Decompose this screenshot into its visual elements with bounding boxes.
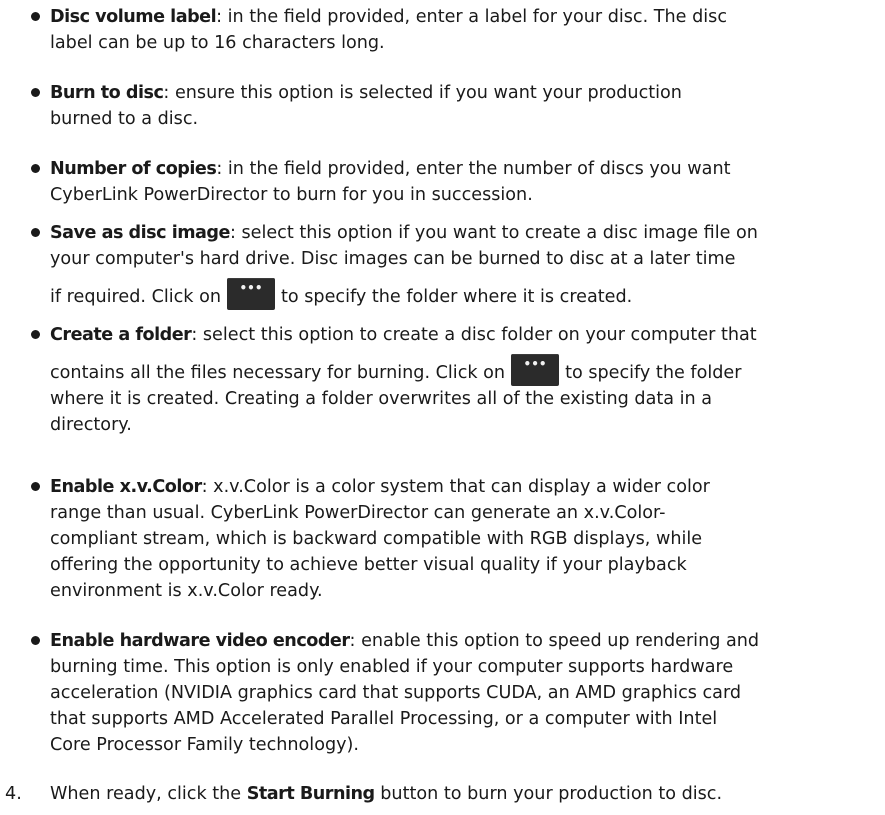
list-item-line: directory. bbox=[50, 415, 132, 435]
step-text: When ready, click the Start Burning butt… bbox=[50, 781, 722, 807]
bullet-dot bbox=[31, 330, 40, 339]
list-item-text: to specify the folder where it is create… bbox=[281, 287, 633, 307]
list-item-number-of-copies: Number of copies: in the field provided,… bbox=[31, 156, 880, 208]
bullet-dot bbox=[31, 228, 40, 237]
term-burn-to-disc: Burn to disc bbox=[50, 83, 164, 103]
term-disc-volume-label: Disc volume label bbox=[50, 7, 217, 27]
list-item-text: : select this option if you want to crea… bbox=[229, 223, 758, 243]
list-item-line: burned to a disc. bbox=[50, 109, 199, 129]
bullet-dot bbox=[31, 482, 40, 491]
term-number-of-copies: Number of copies bbox=[50, 159, 217, 179]
list-item-line: that supports AMD Accelerated Parallel P… bbox=[50, 709, 718, 729]
list-item-line: contains all the files necessary for bur… bbox=[50, 354, 880, 386]
step-text-part: When ready, click the bbox=[50, 784, 247, 804]
list-item-disc-volume-label: Disc volume label: in the field provided… bbox=[31, 4, 880, 56]
list-item-line: your computer's hard drive. Disc images … bbox=[50, 249, 736, 269]
list-item-text: : select this option to create a disc fo… bbox=[191, 325, 757, 345]
list-item-line: Enable x.v.Color: x.v.Color is a color s… bbox=[50, 474, 880, 500]
list-item-line: where it is created. Creating a folder o… bbox=[50, 389, 713, 409]
list-item-text: if required. Click on bbox=[50, 287, 222, 307]
bullet-dot bbox=[31, 164, 40, 173]
list-item-text: contains all the files necessary for bur… bbox=[50, 363, 506, 383]
browse-folder-button[interactable]: ••• bbox=[511, 354, 560, 386]
list-item-line: Number of copies: in the field provided,… bbox=[50, 156, 880, 182]
term-enable-xv-color: Enable x.v.Color bbox=[50, 477, 202, 497]
list-item-enable-hardware-video-encoder: Enable hardware video encoder: enable th… bbox=[31, 628, 880, 758]
list-item-enable-xv-color: Enable x.v.Color: x.v.Color is a color s… bbox=[31, 474, 880, 604]
step-text-part: button to burn your production to disc. bbox=[374, 784, 723, 804]
list-item-line: compliant stream, which is backward comp… bbox=[50, 529, 703, 549]
term-save-as-disc-image: Save as disc image bbox=[50, 223, 230, 243]
list-item-text: : x.v.Color is a color system that can d… bbox=[201, 477, 710, 497]
bullet-dot bbox=[31, 88, 40, 97]
list-item-text: : enable this option to speed up renderi… bbox=[349, 631, 760, 651]
term-enable-hardware-video-encoder: Enable hardware video encoder bbox=[50, 631, 350, 651]
start-burning-button-name: Start Burning bbox=[246, 784, 375, 804]
list-item-line: burning time. This option is only enable… bbox=[50, 657, 734, 677]
list-item-line: acceleration (NVIDIA graphics card that … bbox=[50, 683, 742, 703]
bullet-dot bbox=[31, 12, 40, 21]
term-create-a-folder: Create a folder bbox=[50, 325, 192, 345]
list-item-text: : in the field provided, enter the numbe… bbox=[216, 159, 731, 179]
list-item-line: Core Processor Family technology). bbox=[50, 735, 359, 755]
list-item-line: Disc volume label: in the field provided… bbox=[50, 4, 880, 30]
list-item-line: Create a folder: select this option to c… bbox=[50, 322, 880, 348]
bullet-dot bbox=[31, 636, 40, 645]
list-item-text: to specify the folder bbox=[565, 363, 742, 383]
list-item-line: offering the opportunity to achieve bett… bbox=[50, 555, 687, 575]
list-item-line: Enable hardware video encoder: enable th… bbox=[50, 628, 880, 654]
list-item-text: : in the field provided, enter a label f… bbox=[216, 7, 727, 27]
step-number: 4. bbox=[5, 784, 22, 804]
more-icon: ••• bbox=[239, 281, 263, 295]
list-item-line: range than usual. CyberLink PowerDirecto… bbox=[50, 503, 666, 523]
list-item-line: Save as disc image: select this option i… bbox=[50, 220, 880, 246]
list-item-line: if required. Click on ••• to specify the f… bbox=[50, 278, 880, 310]
list-item-line: environment is x.v.Color ready. bbox=[50, 581, 323, 601]
browse-folder-button[interactable]: ••• bbox=[227, 278, 276, 310]
list-item-line: label can be up to 16 characters long. bbox=[50, 33, 385, 53]
list-item-line: CyberLink PowerDirector to burn for you … bbox=[50, 185, 533, 205]
list-item-save-as-disc-image: Save as disc image: select this option i… bbox=[31, 220, 880, 310]
list-item-text: : ensure this option is selected if you … bbox=[163, 83, 682, 103]
list-item-line: Burn to disc: ensure this option is sele… bbox=[50, 80, 880, 106]
list-item-burn-to-disc: Burn to disc: ensure this option is sele… bbox=[31, 80, 880, 132]
more-icon: ••• bbox=[523, 357, 547, 371]
list-item-create-a-folder: Create a folder: select this option to c… bbox=[31, 322, 880, 438]
